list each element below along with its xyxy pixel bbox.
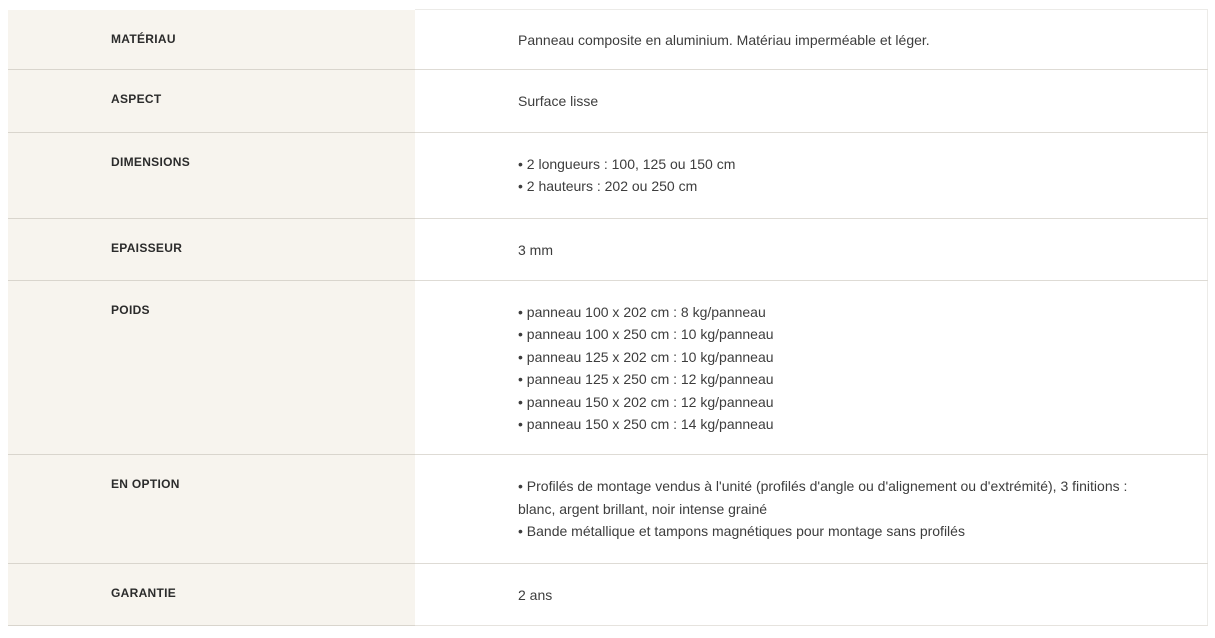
spec-value-line: • panneau 150 x 202 cm : 12 kg/panneau <box>518 393 774 410</box>
spec-value-line: • panneau 100 x 202 cm : 8 kg/panneau <box>518 304 766 321</box>
spec-row-dimensions: DIMENSIONS • 2 longueurs : 100, 125 ou 1… <box>8 132 1208 219</box>
spec-label: DIMENSIONS <box>8 132 415 219</box>
spec-value: 2 ans <box>415 563 1208 627</box>
spec-label: MATÉRIAU <box>8 9 415 71</box>
spec-row-epaisseur: EPAISSEUR 3 mm <box>8 218 1208 282</box>
spec-value: • 2 longueurs : 100, 125 ou 150 cm • 2 h… <box>415 132 1208 219</box>
spec-value-line: • panneau 125 x 202 cm : 10 kg/panneau <box>518 348 774 365</box>
spec-value-line: • Profilés de montage vendus à l'unité (… <box>518 478 1128 495</box>
spec-value-line: • panneau 150 x 250 cm : 14 kg/panneau <box>518 416 774 433</box>
spec-value: • panneau 100 x 202 cm : 8 kg/panneau • … <box>415 280 1208 456</box>
spec-value: • Profilés de montage vendus à l'unité (… <box>415 454 1208 564</box>
spec-label: GARANTIE <box>8 563 415 627</box>
spec-value: 3 mm <box>415 218 1208 282</box>
spec-row-materiau: MATÉRIAU Panneau composite en aluminium.… <box>8 8 1208 71</box>
spec-row-aspect: ASPECT Surface lisse <box>8 69 1208 133</box>
spec-value-line: • 2 longueurs : 100, 125 ou 150 cm <box>518 155 736 172</box>
spec-value-line: • panneau 125 x 250 cm : 12 kg/panneau <box>518 371 774 388</box>
spec-label: POIDS <box>8 280 415 456</box>
spec-value-line: Surface lisse <box>518 93 599 110</box>
spec-row-garantie: GARANTIE 2 ans <box>8 563 1208 627</box>
spec-label: EPAISSEUR <box>8 218 415 282</box>
spec-value-line: blanc, argent brillant, noir intense gra… <box>518 500 768 517</box>
spec-label: EN OPTION <box>8 454 415 564</box>
spec-value-line: 3 mm <box>518 241 553 258</box>
spec-value-line: 2 ans <box>518 586 553 603</box>
spec-value-line: • Bande métallique et tampons magnétique… <box>518 523 965 540</box>
spec-row-poids: POIDS • panneau 100 x 202 cm : 8 kg/pann… <box>8 280 1208 456</box>
product-spec-table: MATÉRIAU Panneau composite en aluminium.… <box>8 8 1208 627</box>
spec-value-line: • panneau 100 x 250 cm : 10 kg/panneau <box>518 326 774 343</box>
spec-row-en-option: EN OPTION • Profilés de montage vendus à… <box>8 454 1208 564</box>
spec-label: ASPECT <box>8 69 415 133</box>
spec-value-line: • 2 hauteurs : 202 ou 250 cm <box>518 178 698 195</box>
spec-value-line: Panneau composite en aluminium. Matériau… <box>518 32 930 48</box>
spec-value: Surface lisse <box>415 69 1208 133</box>
spec-value: Panneau composite en aluminium. Matériau… <box>415 8 1208 71</box>
